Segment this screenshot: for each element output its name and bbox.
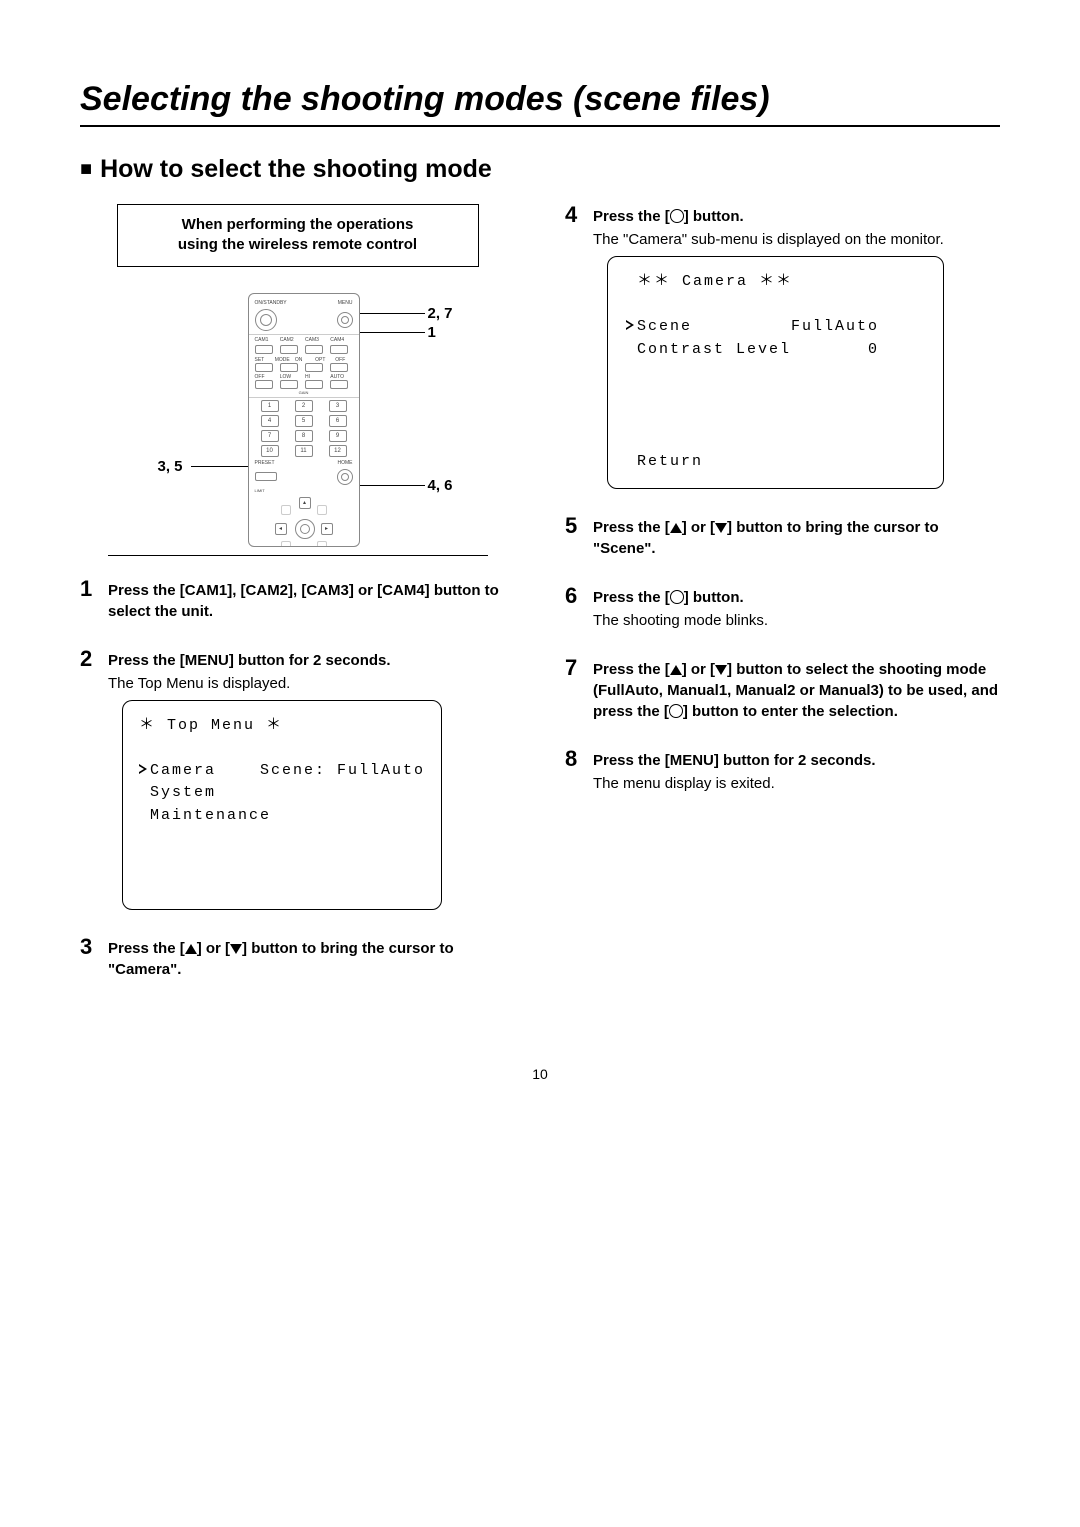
step-number: 2 (80, 648, 98, 910)
step-number: 1 (80, 578, 98, 622)
circle-icon (670, 209, 684, 223)
up-icon (670, 523, 682, 533)
circle-icon (669, 704, 683, 718)
step-detail: The menu display is exited. (593, 773, 876, 794)
page-title: Selecting the shooting modes (scene file… (80, 80, 1000, 127)
preset-label: PRESET (255, 460, 275, 466)
down-icon (715, 665, 727, 675)
step-3: 3 Press the [] or [] button to bring the… (80, 936, 515, 980)
callout-3-5: 3, 5 (158, 458, 183, 475)
remote-diagram: 2, 7 1 3, 5 4, 6 ON/STANDBY MENU (108, 285, 488, 556)
step-6: 6 Press the [] button. The shooting mode… (565, 585, 1000, 631)
home-label: HOME (338, 460, 353, 466)
note-line2: using the wireless remote control (138, 235, 458, 255)
menu-button-icon (337, 312, 353, 328)
camera-menu-display: ＊＊ Camera ＊＊ Scene FullAuto Contrast Lev… (607, 256, 944, 489)
step-7: 7 Press the [] or [] button to select th… (565, 657, 1000, 722)
limit-label: LIMIT (255, 488, 353, 493)
circle-icon (670, 590, 684, 604)
step-detail: The "Camera" sub-menu is displayed on th… (593, 229, 944, 250)
step-4: 4 Press the [] button. The "Camera" sub-… (565, 204, 1000, 489)
section-title: How to select the shooting mode (80, 155, 1000, 184)
step-number: 4 (565, 204, 583, 489)
gain-label: GAIN (255, 390, 353, 395)
step-text: Press the [MENU] button for 2 seconds. (593, 750, 876, 771)
callout-1: 1 (428, 324, 436, 341)
step-detail: The Top Menu is displayed. (108, 673, 442, 694)
top-menu-display: ＊ Top Menu ＊ Camera Scene: FullAuto Syst… (122, 700, 442, 910)
menu-label: MENU (338, 300, 353, 306)
step-detail: The shooting mode blinks. (593, 610, 768, 631)
note-line1: When performing the operations (138, 215, 458, 235)
remote-outline: ON/STANDBY MENU CAM1 CAM2 CAM3 (248, 293, 360, 547)
step-2: 2 Press the [MENU] button for 2 seconds.… (80, 648, 515, 910)
step-number: 3 (80, 936, 98, 980)
dpad-icon: ▴ ▾ ◂ ▸ (255, 497, 353, 547)
step-5: 5 Press the [] or [] button to bring the… (565, 515, 1000, 559)
step-text: Press the [CAM1], [CAM2], [CAM3] or [CAM… (108, 582, 499, 620)
cursor-icon (139, 764, 149, 774)
page-number: 10 (80, 1066, 1000, 1082)
on-standby-label: ON/STANDBY (255, 300, 287, 306)
cam1-label: CAM1 (255, 337, 277, 343)
callout-4-6: 4, 6 (428, 477, 453, 494)
up-icon (670, 665, 682, 675)
down-icon (230, 944, 242, 954)
power-button-icon (255, 309, 277, 331)
down-icon (715, 523, 727, 533)
step-1: 1 Press the [CAM1], [CAM2], [CAM3] or [C… (80, 578, 515, 622)
step-8: 8 Press the [MENU] button for 2 seconds.… (565, 748, 1000, 794)
cam4-label: CAM4 (330, 337, 352, 343)
step-number: 6 (565, 585, 583, 631)
up-icon (185, 944, 197, 954)
cam2-label: CAM2 (280, 337, 302, 343)
step-number: 8 (565, 748, 583, 794)
cursor-icon (626, 320, 636, 330)
wireless-note: When performing the operations using the… (117, 204, 479, 267)
callout-2-7: 2, 7 (428, 305, 453, 322)
step-number: 5 (565, 515, 583, 559)
step-text: Press the [MENU] button for 2 seconds. (108, 650, 442, 671)
step-number: 7 (565, 657, 583, 722)
cam3-label: CAM3 (305, 337, 327, 343)
